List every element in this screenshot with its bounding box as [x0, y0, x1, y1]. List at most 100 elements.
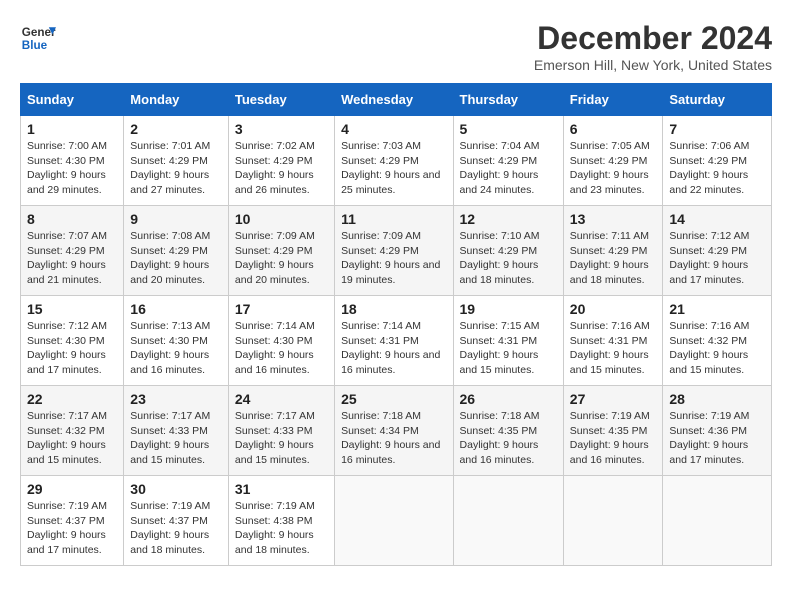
day-number: 31 — [235, 481, 328, 497]
calendar-cell: 20 Sunrise: 7:16 AM Sunset: 4:31 PM Dayl… — [563, 296, 663, 386]
calendar-cell: 14 Sunrise: 7:12 AM Sunset: 4:29 PM Dayl… — [663, 206, 772, 296]
day-info: Sunrise: 7:07 AM Sunset: 4:29 PM Dayligh… — [27, 229, 117, 288]
day-number: 20 — [570, 301, 657, 317]
day-number: 11 — [341, 211, 446, 227]
calendar-cell: 24 Sunrise: 7:17 AM Sunset: 4:33 PM Dayl… — [228, 386, 334, 476]
header-thursday: Thursday — [453, 84, 563, 116]
day-info: Sunrise: 7:13 AM Sunset: 4:30 PM Dayligh… — [130, 319, 222, 378]
day-info: Sunrise: 7:17 AM Sunset: 4:32 PM Dayligh… — [27, 409, 117, 468]
day-info: Sunrise: 7:06 AM Sunset: 4:29 PM Dayligh… — [669, 139, 765, 198]
title-section: December 2024 Emerson Hill, New York, Un… — [534, 20, 772, 73]
day-info: Sunrise: 7:01 AM Sunset: 4:29 PM Dayligh… — [130, 139, 222, 198]
calendar-cell: 12 Sunrise: 7:10 AM Sunset: 4:29 PM Dayl… — [453, 206, 563, 296]
day-info: Sunrise: 7:05 AM Sunset: 4:29 PM Dayligh… — [570, 139, 657, 198]
calendar-cell: 16 Sunrise: 7:13 AM Sunset: 4:30 PM Dayl… — [124, 296, 229, 386]
day-number: 27 — [570, 391, 657, 407]
calendar-cell: 27 Sunrise: 7:19 AM Sunset: 4:35 PM Dayl… — [563, 386, 663, 476]
header-friday: Friday — [563, 84, 663, 116]
day-number: 30 — [130, 481, 222, 497]
day-info: Sunrise: 7:19 AM Sunset: 4:37 PM Dayligh… — [27, 499, 117, 558]
day-info: Sunrise: 7:15 AM Sunset: 4:31 PM Dayligh… — [460, 319, 557, 378]
day-number: 22 — [27, 391, 117, 407]
day-number: 19 — [460, 301, 557, 317]
calendar-cell: 23 Sunrise: 7:17 AM Sunset: 4:33 PM Dayl… — [124, 386, 229, 476]
calendar-cell: 15 Sunrise: 7:12 AM Sunset: 4:30 PM Dayl… — [21, 296, 124, 386]
day-number: 25 — [341, 391, 446, 407]
day-number: 10 — [235, 211, 328, 227]
logo: General Blue — [20, 20, 56, 56]
calendar-cell: 19 Sunrise: 7:15 AM Sunset: 4:31 PM Dayl… — [453, 296, 563, 386]
day-number: 2 — [130, 121, 222, 137]
calendar-table: SundayMondayTuesdayWednesdayThursdayFrid… — [20, 83, 772, 566]
day-info: Sunrise: 7:18 AM Sunset: 4:34 PM Dayligh… — [341, 409, 446, 468]
calendar-cell: 7 Sunrise: 7:06 AM Sunset: 4:29 PM Dayli… — [663, 116, 772, 206]
day-number: 13 — [570, 211, 657, 227]
calendar-cell: 28 Sunrise: 7:19 AM Sunset: 4:36 PM Dayl… — [663, 386, 772, 476]
day-info: Sunrise: 7:11 AM Sunset: 4:29 PM Dayligh… — [570, 229, 657, 288]
calendar-cell: 21 Sunrise: 7:16 AM Sunset: 4:32 PM Dayl… — [663, 296, 772, 386]
day-number: 18 — [341, 301, 446, 317]
day-info: Sunrise: 7:00 AM Sunset: 4:30 PM Dayligh… — [27, 139, 117, 198]
svg-text:Blue: Blue — [22, 39, 48, 52]
day-number: 17 — [235, 301, 328, 317]
location-title: Emerson Hill, New York, United States — [534, 57, 772, 73]
day-number: 5 — [460, 121, 557, 137]
day-info: Sunrise: 7:09 AM Sunset: 4:29 PM Dayligh… — [235, 229, 328, 288]
day-number: 1 — [27, 121, 117, 137]
calendar-cell: 25 Sunrise: 7:18 AM Sunset: 4:34 PM Dayl… — [335, 386, 453, 476]
calendar-cell: 9 Sunrise: 7:08 AM Sunset: 4:29 PM Dayli… — [124, 206, 229, 296]
day-number: 29 — [27, 481, 117, 497]
day-info: Sunrise: 7:12 AM Sunset: 4:29 PM Dayligh… — [669, 229, 765, 288]
day-info: Sunrise: 7:19 AM Sunset: 4:36 PM Dayligh… — [669, 409, 765, 468]
day-number: 15 — [27, 301, 117, 317]
day-number: 16 — [130, 301, 222, 317]
calendar-cell: 6 Sunrise: 7:05 AM Sunset: 4:29 PM Dayli… — [563, 116, 663, 206]
calendar-cell: 26 Sunrise: 7:18 AM Sunset: 4:35 PM Dayl… — [453, 386, 563, 476]
page-header: General Blue December 2024 Emerson Hill,… — [20, 20, 772, 73]
calendar-week-4: 22 Sunrise: 7:17 AM Sunset: 4:32 PM Dayl… — [21, 386, 772, 476]
day-number: 23 — [130, 391, 222, 407]
calendar-cell: 18 Sunrise: 7:14 AM Sunset: 4:31 PM Dayl… — [335, 296, 453, 386]
calendar-cell: 2 Sunrise: 7:01 AM Sunset: 4:29 PM Dayli… — [124, 116, 229, 206]
day-info: Sunrise: 7:09 AM Sunset: 4:29 PM Dayligh… — [341, 229, 446, 288]
day-number: 9 — [130, 211, 222, 227]
header-sunday: Sunday — [21, 84, 124, 116]
day-number: 24 — [235, 391, 328, 407]
day-number: 28 — [669, 391, 765, 407]
day-info: Sunrise: 7:16 AM Sunset: 4:32 PM Dayligh… — [669, 319, 765, 378]
day-info: Sunrise: 7:17 AM Sunset: 4:33 PM Dayligh… — [235, 409, 328, 468]
day-info: Sunrise: 7:19 AM Sunset: 4:35 PM Dayligh… — [570, 409, 657, 468]
calendar-cell: 8 Sunrise: 7:07 AM Sunset: 4:29 PM Dayli… — [21, 206, 124, 296]
day-number: 21 — [669, 301, 765, 317]
day-info: Sunrise: 7:14 AM Sunset: 4:31 PM Dayligh… — [341, 319, 446, 378]
day-number: 4 — [341, 121, 446, 137]
day-number: 3 — [235, 121, 328, 137]
day-info: Sunrise: 7:18 AM Sunset: 4:35 PM Dayligh… — [460, 409, 557, 468]
day-number: 26 — [460, 391, 557, 407]
calendar-cell — [335, 476, 453, 566]
calendar-week-2: 8 Sunrise: 7:07 AM Sunset: 4:29 PM Dayli… — [21, 206, 772, 296]
header-monday: Monday — [124, 84, 229, 116]
calendar-week-1: 1 Sunrise: 7:00 AM Sunset: 4:30 PM Dayli… — [21, 116, 772, 206]
day-number: 14 — [669, 211, 765, 227]
day-info: Sunrise: 7:04 AM Sunset: 4:29 PM Dayligh… — [460, 139, 557, 198]
day-info: Sunrise: 7:10 AM Sunset: 4:29 PM Dayligh… — [460, 229, 557, 288]
calendar-cell: 31 Sunrise: 7:19 AM Sunset: 4:38 PM Dayl… — [228, 476, 334, 566]
day-info: Sunrise: 7:17 AM Sunset: 4:33 PM Dayligh… — [130, 409, 222, 468]
calendar-cell: 22 Sunrise: 7:17 AM Sunset: 4:32 PM Dayl… — [21, 386, 124, 476]
calendar-cell: 3 Sunrise: 7:02 AM Sunset: 4:29 PM Dayli… — [228, 116, 334, 206]
day-number: 8 — [27, 211, 117, 227]
calendar-week-5: 29 Sunrise: 7:19 AM Sunset: 4:37 PM Dayl… — [21, 476, 772, 566]
day-info: Sunrise: 7:12 AM Sunset: 4:30 PM Dayligh… — [27, 319, 117, 378]
day-number: 7 — [669, 121, 765, 137]
day-info: Sunrise: 7:19 AM Sunset: 4:38 PM Dayligh… — [235, 499, 328, 558]
calendar-cell — [453, 476, 563, 566]
day-info: Sunrise: 7:16 AM Sunset: 4:31 PM Dayligh… — [570, 319, 657, 378]
calendar-cell: 1 Sunrise: 7:00 AM Sunset: 4:30 PM Dayli… — [21, 116, 124, 206]
day-number: 12 — [460, 211, 557, 227]
calendar-cell — [663, 476, 772, 566]
calendar-week-3: 15 Sunrise: 7:12 AM Sunset: 4:30 PM Dayl… — [21, 296, 772, 386]
calendar-cell: 10 Sunrise: 7:09 AM Sunset: 4:29 PM Dayl… — [228, 206, 334, 296]
day-info: Sunrise: 7:03 AM Sunset: 4:29 PM Dayligh… — [341, 139, 446, 198]
calendar-cell: 11 Sunrise: 7:09 AM Sunset: 4:29 PM Dayl… — [335, 206, 453, 296]
